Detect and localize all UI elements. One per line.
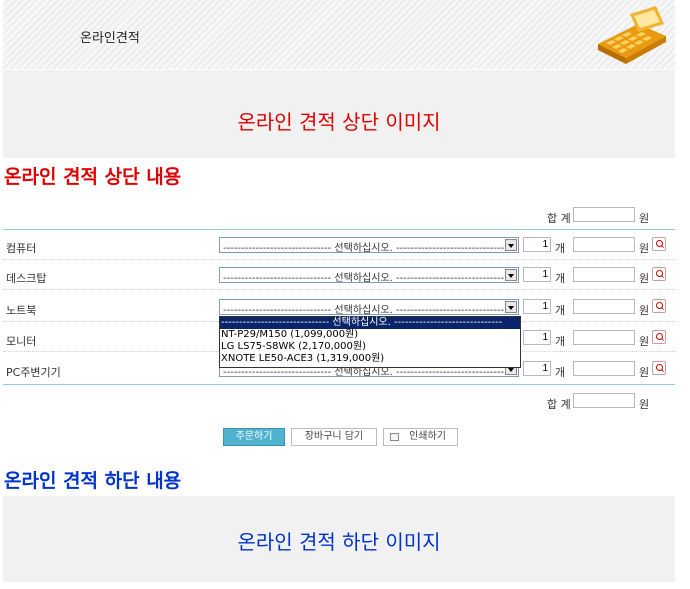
qty-field-peripherals[interactable]: [523, 361, 551, 376]
row-divider: [3, 259, 675, 260]
chevron-down-icon[interactable]: [505, 301, 517, 313]
qty-field-desktop[interactable]: [523, 267, 551, 282]
price-unit: 원: [639, 272, 650, 285]
divider: [3, 229, 675, 230]
chevron-down-icon[interactable]: [505, 239, 517, 251]
qty-unit: 개: [555, 272, 566, 285]
row-divider: [3, 289, 675, 290]
row-label-monitor: 모니터: [6, 335, 37, 348]
select-value: ------------------------------ 선택하십시오. -…: [223, 273, 505, 283]
divider: [3, 384, 675, 385]
dropdown-option[interactable]: LG LS75-S8WK (2,170,000원): [220, 341, 520, 353]
price-unit: 원: [639, 366, 650, 379]
add-to-cart-button[interactable]: 장바구니 담기: [291, 428, 377, 446]
row-label-notebook: 노트북: [6, 304, 37, 317]
bottom-content-title: 온라인 견적 하단 내용: [4, 470, 182, 492]
notebook-dropdown-list: ------------------------------ 선택하십시오. -…: [219, 316, 521, 368]
row-label-computer: 컴퓨터: [6, 242, 37, 255]
zoom-icon[interactable]: [652, 237, 666, 251]
bottom-banner-text: 온라인 견적 하단 이미지: [237, 530, 441, 554]
price-field-peripherals[interactable]: [573, 361, 635, 376]
price-unit: 원: [639, 242, 650, 255]
qty-field-monitor[interactable]: [523, 330, 551, 345]
order-button[interactable]: 주문하기: [223, 428, 285, 446]
price-unit: 원: [639, 335, 650, 348]
qty-field-notebook[interactable]: [523, 299, 551, 314]
page-title: 온라인견적: [80, 31, 140, 46]
notebook-select[interactable]: ------------------------------ 선택하십시오. -…: [219, 299, 519, 315]
total-unit: 원: [639, 212, 650, 225]
zoom-icon[interactable]: [652, 361, 666, 375]
dropdown-option[interactable]: XNOTE LE50-ACE3 (1,319,000원): [220, 353, 520, 365]
price-field-monitor[interactable]: [573, 330, 635, 345]
zoom-icon[interactable]: [652, 330, 666, 344]
row-label-peripherals: PC주변기기: [6, 366, 61, 379]
price-field-desktop[interactable]: [573, 267, 635, 282]
print-button[interactable]: 인쇄하기: [383, 428, 458, 446]
price-field-notebook[interactable]: [573, 299, 635, 314]
desktop-select[interactable]: ------------------------------ 선택하십시오. -…: [219, 267, 519, 283]
qty-unit: 개: [555, 366, 566, 379]
total-field-bottom[interactable]: [573, 393, 635, 408]
select-value: ------------------------------ 선택하십시오. -…: [223, 305, 505, 315]
qty-unit: 개: [555, 304, 566, 317]
qty-unit: 개: [555, 242, 566, 255]
total-unit: 원: [639, 398, 650, 411]
chevron-down-icon[interactable]: [505, 269, 517, 281]
zoom-icon[interactable]: [652, 267, 666, 281]
total-label: 합 계: [547, 212, 571, 225]
top-banner-text: 온라인 견적 상단 이미지: [237, 110, 441, 134]
printer-icon: [390, 433, 399, 441]
qty-field-computer[interactable]: [523, 237, 551, 252]
price-field-computer[interactable]: [573, 237, 635, 252]
total-label: 합 계: [547, 398, 571, 411]
print-button-label: 인쇄하기: [409, 431, 446, 442]
computer-select[interactable]: ------------------------------ 선택하십시오. -…: [219, 237, 519, 253]
dropdown-option[interactable]: NT-P29/M150 (1,099,000원): [220, 329, 520, 341]
select-value: ------------------------------ 선택하십시오. -…: [223, 243, 505, 253]
calculator-icon: [598, 6, 666, 64]
total-field[interactable]: [573, 207, 635, 222]
row-label-desktop: 데스크탑: [6, 272, 47, 285]
top-content-title: 온라인 견적 상단 내용: [4, 166, 182, 188]
dropdown-option[interactable]: ------------------------------ 선택하십시오. -…: [220, 317, 520, 329]
qty-unit: 개: [555, 335, 566, 348]
zoom-icon[interactable]: [652, 299, 666, 313]
price-unit: 원: [639, 304, 650, 317]
